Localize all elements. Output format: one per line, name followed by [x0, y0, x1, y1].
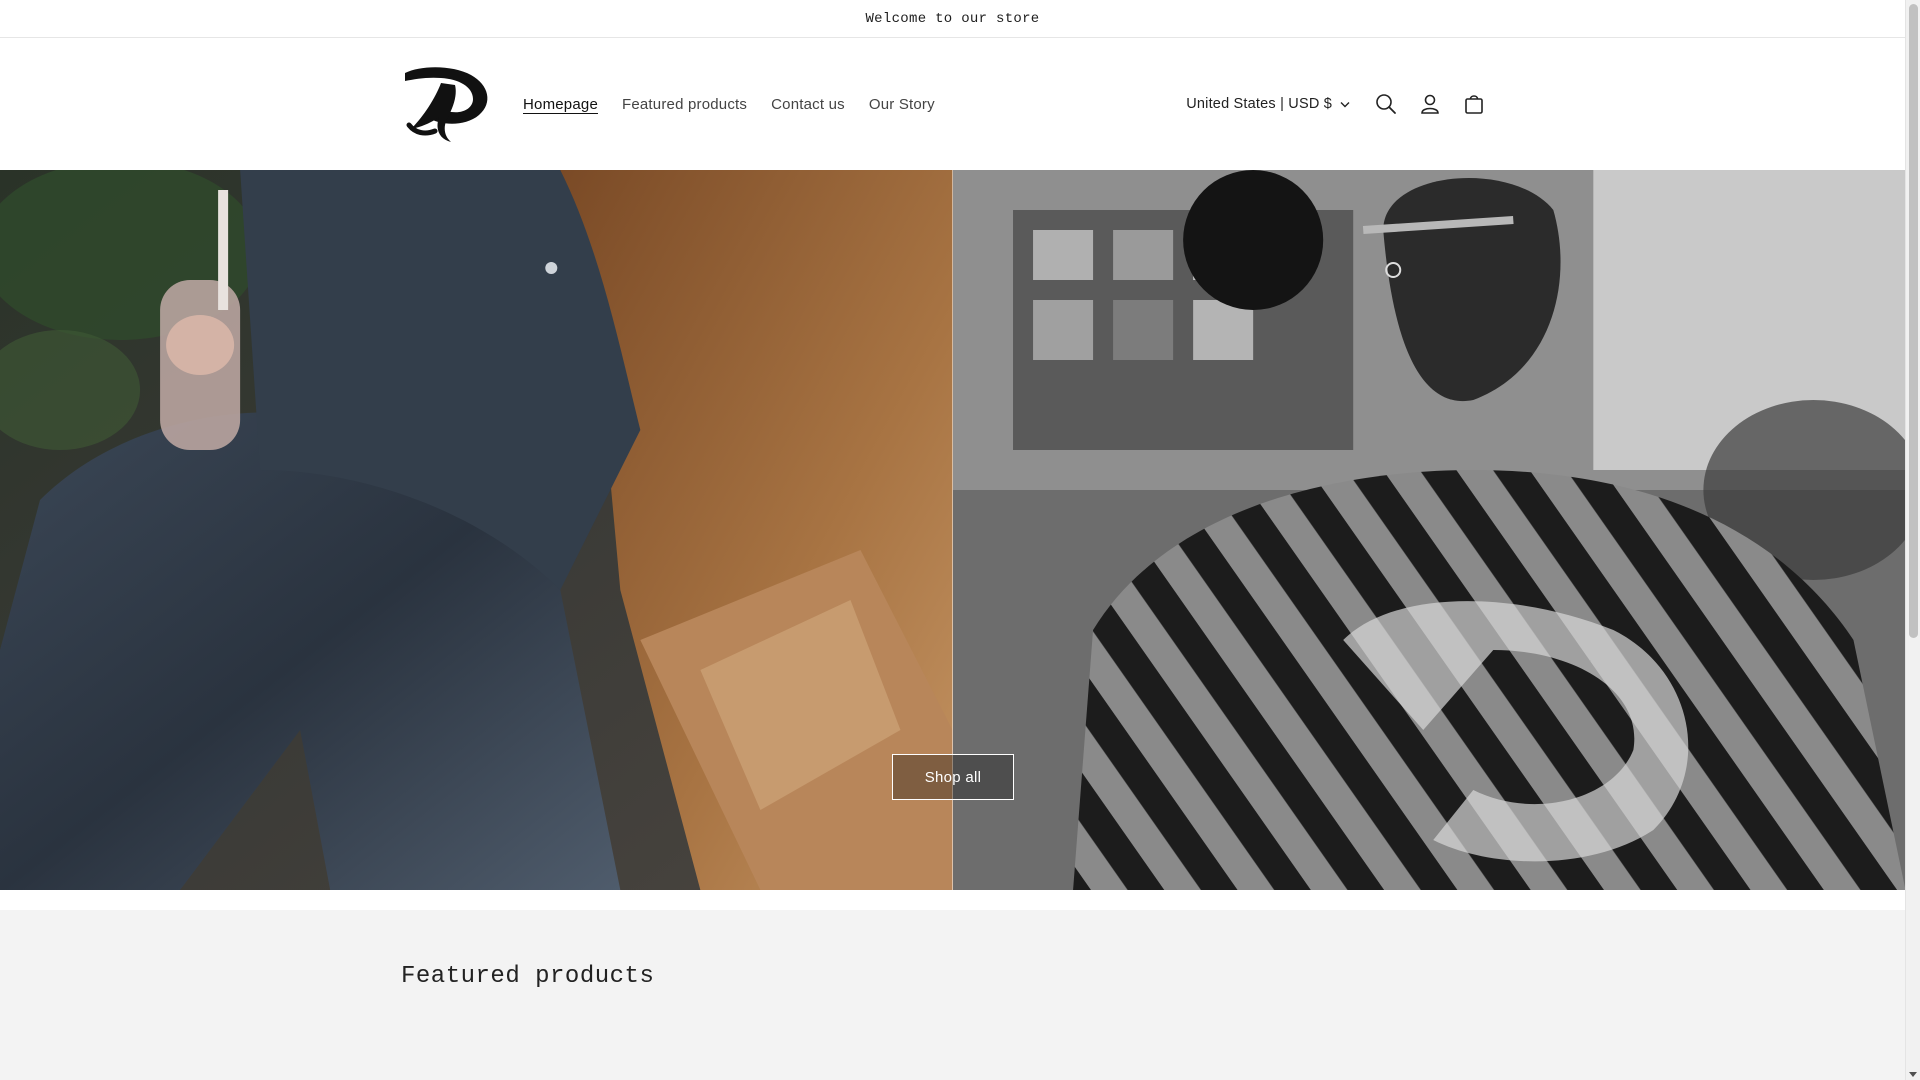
account-button[interactable] — [1408, 82, 1452, 126]
site-header: Homepage Featured products Contact us Ou… — [0, 38, 1905, 170]
featured-products-heading: Featured products — [401, 963, 655, 990]
hero-image-right — [952, 170, 1905, 890]
search-icon — [1376, 94, 1396, 114]
cart-button[interactable] — [1452, 82, 1496, 126]
featured-products-section: Featured products — [0, 910, 1905, 1080]
account-icon — [1421, 94, 1439, 114]
nav-link-our-story[interactable]: Our Story — [869, 96, 935, 113]
cart-icon — [1465, 95, 1483, 114]
hero-image-left — [0, 170, 953, 890]
announcement-bar: Welcome to our store — [0, 0, 1905, 38]
chevron-down-icon — [1340, 101, 1350, 107]
storefront-page: Welcome to our store Homepage Featured p… — [0, 0, 1905, 1080]
scrollbar-thumb[interactable] — [1909, 4, 1918, 638]
search-button[interactable] — [1364, 82, 1408, 126]
nav-link-contact-us[interactable]: Contact us — [771, 96, 845, 113]
nav-link-featured-products[interactable]: Featured products — [622, 96, 747, 113]
page-scrollbar[interactable] — [1905, 0, 1920, 1080]
country-currency-selector[interactable]: United States | USD $ — [1186, 96, 1350, 112]
scroll-down-arrow-icon[interactable] — [1909, 1072, 1917, 1077]
shop-all-button[interactable]: Shop all — [892, 754, 1014, 800]
header-actions: United States | USD $ — [1186, 82, 1496, 126]
nav-link-homepage[interactable]: Homepage — [523, 96, 598, 113]
hero-banner: Shop all — [0, 170, 1905, 890]
announcement-text: Welcome to our store — [865, 10, 1040, 27]
brand-logo[interactable] — [401, 63, 497, 145]
locale-label: United States | USD $ — [1186, 96, 1332, 112]
main-nav: Homepage Featured products Contact us Ou… — [523, 96, 959, 113]
